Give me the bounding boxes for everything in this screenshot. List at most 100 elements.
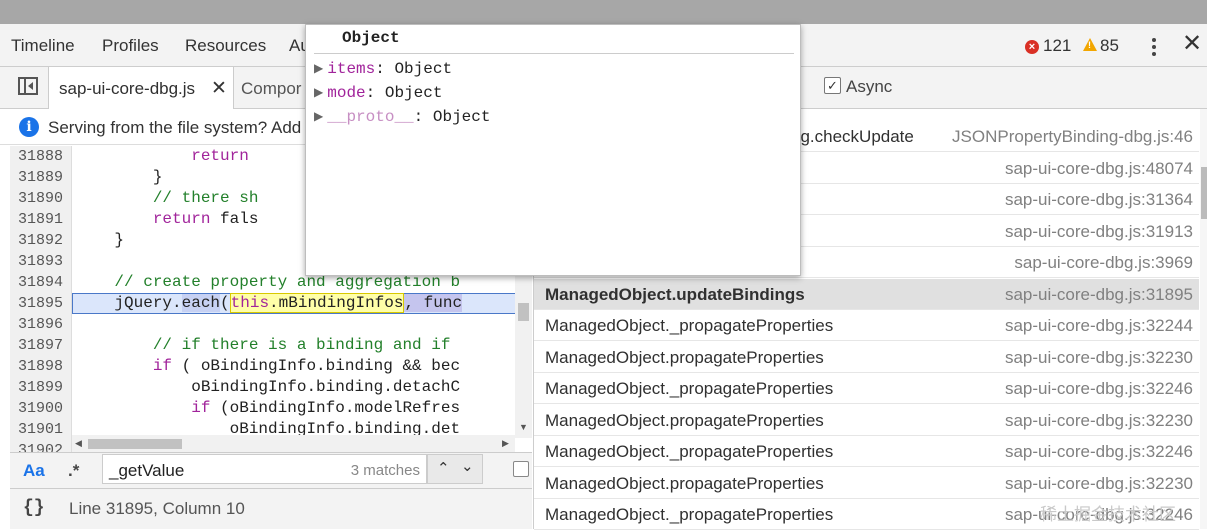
frame-location[interactable]: sap-ui-core-dbg.js:32230 <box>1005 348 1193 368</box>
warning-counter[interactable]: ! 85 <box>1083 36 1119 56</box>
frame-location[interactable]: sap-ui-core-dbg.js:31364 <box>1005 190 1193 210</box>
pretty-print-icon[interactable]: {} <box>23 498 45 518</box>
editor-horizontal-scrollbar[interactable]: ◀ ▶ <box>72 435 515 452</box>
error-counter[interactable]: × 121 <box>1025 36 1071 56</box>
frame-function: ManagedObject._propagateProperties <box>545 316 834 335</box>
call-frame[interactable]: ManagedObject.propagateProperties sap-ui… <box>534 468 1199 499</box>
warning-count: 85 <box>1100 36 1119 55</box>
code-line: return <box>191 147 249 165</box>
match-case-toggle[interactable]: Aa <box>23 461 45 481</box>
callstack-scrollbar[interactable] <box>1200 109 1207 529</box>
call-frame[interactable]: ManagedObject.propagateProperties sap-ui… <box>534 342 1199 373</box>
replace-checkbox[interactable] <box>513 461 529 477</box>
code-line: if (oBindingInfo.modelRefres <box>191 399 461 417</box>
frame-location[interactable]: sap-ui-core-dbg.js:32244 <box>1005 316 1193 336</box>
navigator-toggle-icon[interactable] <box>18 77 38 95</box>
code-line: // if there is a binding and if <box>152 336 451 354</box>
property-value: Object <box>394 60 453 78</box>
watermark: 稀土掘金技术社区 <box>1040 505 1176 524</box>
line-number[interactable]: 31899 <box>18 379 63 396</box>
match-navigation: ⌃ ⌄ <box>427 454 483 484</box>
frame-location[interactable]: sap-ui-core-dbg.js:48074 <box>1005 159 1193 179</box>
search-bar: Aa .* _getValue 3 matches ⌃ ⌄ <box>10 452 532 488</box>
line-number[interactable]: 31900 <box>18 400 63 417</box>
warning-icon: ! <box>1083 38 1097 51</box>
expand-triangle-icon[interactable]: ▶ <box>314 62 323 76</box>
async-label: Async <box>846 77 893 96</box>
frame-location[interactable]: sap-ui-core-dbg.js:32246 <box>1005 442 1193 462</box>
line-number[interactable]: 31897 <box>18 337 63 354</box>
scroll-left-icon[interactable]: ◀ <box>75 438 82 449</box>
tab-sap-ui-core-dbg[interactable]: sap-ui-core-dbg.js ✕ <box>48 67 234 109</box>
file-tab-label: sap-ui-core-dbg.js <box>59 79 196 98</box>
frame-function: ManagedObject.propagateProperties <box>545 411 824 430</box>
frame-location[interactable]: sap-ui-core-dbg.js:32246 <box>1005 379 1193 399</box>
code-line: return fals <box>152 210 259 228</box>
scrollbar-thumb[interactable] <box>518 303 529 321</box>
line-gutter[interactable]: 31888 31889 31890 31891 31892 31893 3189… <box>10 146 72 452</box>
cursor-position: Line 31895, Column 10 <box>69 499 245 518</box>
line-number[interactable]: 31898 <box>18 358 63 375</box>
scroll-down-icon[interactable]: ▼ <box>519 422 528 432</box>
chevron-up-icon[interactable]: ⌃ <box>437 459 450 477</box>
frame-function: ManagedObject.propagateProperties <box>545 348 824 367</box>
tab-resources[interactable]: Resources <box>185 36 266 56</box>
call-frame[interactable]: ManagedObject._propagateProperties sap-u… <box>534 310 1199 341</box>
property-row-proto[interactable]: ▶ __proto__: Object <box>314 108 490 126</box>
scrollbar-thumb[interactable] <box>1201 167 1207 219</box>
code-line: if ( oBindingInfo.binding && bec <box>152 357 461 375</box>
property-row-mode[interactable]: ▶ mode: Object <box>314 84 442 102</box>
line-number[interactable]: 31896 <box>18 316 63 333</box>
scroll-right-icon[interactable]: ▶ <box>502 438 509 449</box>
property-key: items <box>327 60 376 78</box>
close-devtools-icon[interactable]: ✕ <box>1182 32 1202 56</box>
frame-location[interactable]: sap-ui-core-dbg.js:31913 <box>1005 222 1193 242</box>
match-count: 3 matches <box>350 462 420 479</box>
close-tab-icon[interactable]: ✕ <box>211 77 227 100</box>
error-count: 121 <box>1043 36 1072 55</box>
popover-title: Object <box>342 29 400 47</box>
frame-location[interactable]: sap-ui-core-dbg.js:31895 <box>1005 285 1193 305</box>
regex-toggle[interactable]: .* <box>68 461 79 481</box>
line-number[interactable]: 31901 <box>18 421 63 438</box>
frame-function: ManagedObject._propagateProperties <box>545 442 834 461</box>
expand-triangle-icon[interactable]: ▶ <box>314 86 323 100</box>
call-frame[interactable]: ManagedObject.propagateProperties sap-ui… <box>534 405 1199 436</box>
line-number[interactable]: 31888 <box>18 148 63 165</box>
search-input[interactable]: _getValue 3 matches <box>102 454 427 484</box>
frame-function: ManagedObject._propagateProperties <box>545 505 834 524</box>
call-frame[interactable]: ManagedObject._propagateProperties sap-u… <box>534 373 1199 404</box>
line-number[interactable]: 31902 <box>18 442 63 452</box>
tab-profiles[interactable]: Profiles <box>102 36 159 56</box>
async-checkbox[interactable]: ✓ <box>824 77 841 94</box>
line-number[interactable]: 31894 <box>18 274 63 291</box>
frame-location[interactable]: JSONPropertyBinding-dbg.js:46 <box>952 127 1193 147</box>
frame-location[interactable]: sap-ui-core-dbg.js:3969 <box>1014 253 1193 273</box>
property-row-items[interactable]: ▶ items: Object <box>314 60 452 78</box>
expand-triangle-icon[interactable]: ▶ <box>314 110 323 124</box>
call-frame-selected[interactable]: ManagedObject.updateBindings sap-ui-core… <box>534 279 1199 310</box>
line-number[interactable]: 31891 <box>18 211 63 228</box>
tab-timeline[interactable]: Timeline <box>11 36 75 56</box>
chevron-down-icon[interactable]: ⌄ <box>461 457 474 475</box>
call-frame[interactable]: ManagedObject._propagateProperties sap-u… <box>534 436 1199 467</box>
code-line: } <box>76 231 125 249</box>
code-line: // there sh <box>152 189 259 207</box>
line-number[interactable]: 31889 <box>18 169 63 186</box>
code-line: oBindingInfo.binding.detachC <box>76 378 461 396</box>
frame-function: ManagedObject.propagateProperties <box>545 474 824 493</box>
property-value: Object <box>432 108 491 126</box>
divider <box>314 53 794 54</box>
line-number[interactable]: 31892 <box>18 232 63 249</box>
line-number[interactable]: 31890 <box>18 190 63 207</box>
tab-component[interactable]: Compor <box>241 79 301 99</box>
line-number[interactable]: 31895 <box>18 295 63 312</box>
line-number[interactable]: 31893 <box>18 253 63 270</box>
error-icon: × <box>1025 40 1039 54</box>
frame-location[interactable]: sap-ui-core-dbg.js:32230 <box>1005 411 1193 431</box>
code-line: } <box>76 168 163 186</box>
more-menu-icon[interactable] <box>1146 36 1162 58</box>
frame-location[interactable]: sap-ui-core-dbg.js:32230 <box>1005 474 1193 494</box>
scrollbar-thumb[interactable] <box>88 439 182 449</box>
infobar-message: Serving from the file system? Add <box>48 118 302 137</box>
